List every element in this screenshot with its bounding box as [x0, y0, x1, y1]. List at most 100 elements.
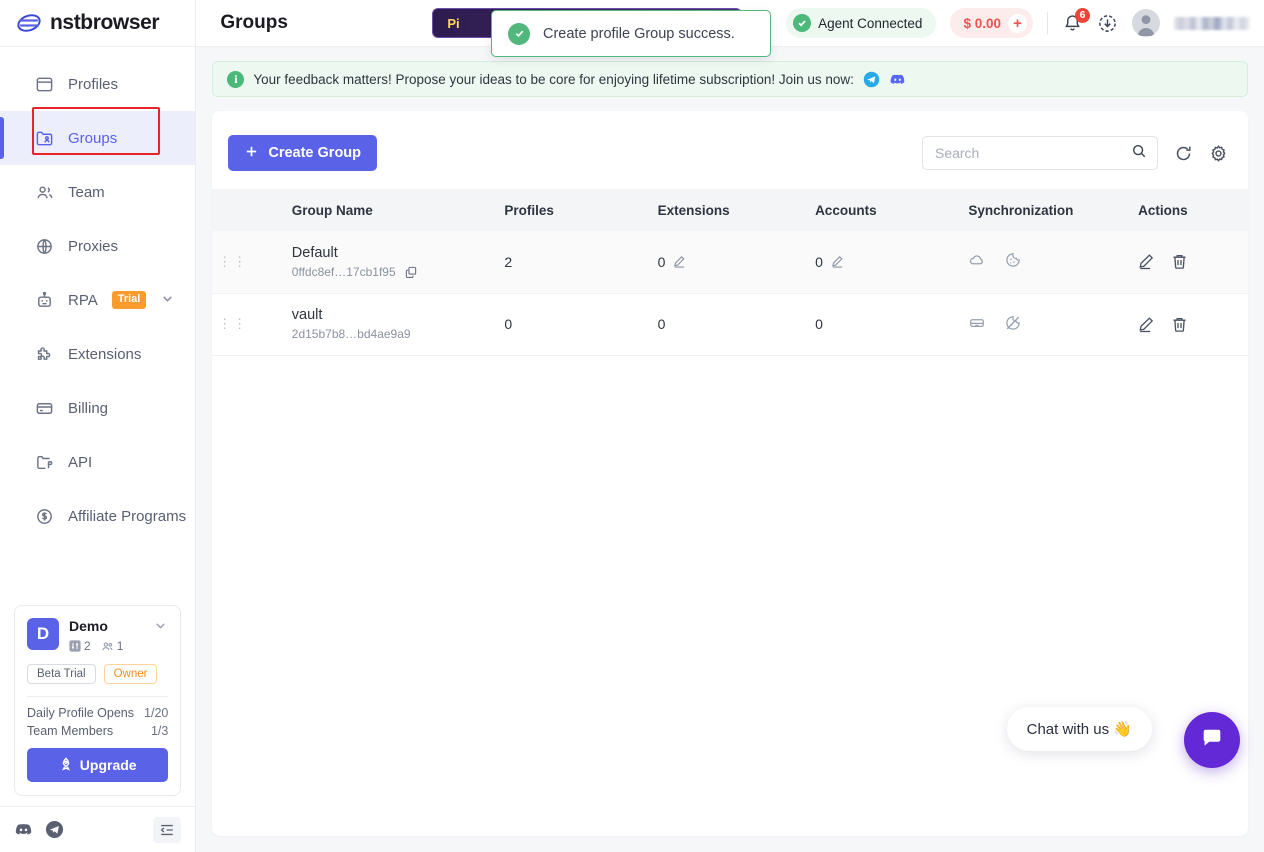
plus-icon[interactable]: +: [1007, 13, 1027, 33]
cookie-disabled-icon[interactable]: [1004, 314, 1022, 335]
row-drag-handle[interactable]: ⋮⋮: [212, 293, 253, 355]
avatar[interactable]: [1131, 9, 1160, 37]
puzzle-icon: [34, 344, 54, 364]
cell-actions: [1138, 293, 1248, 355]
sidebar-item-team[interactable]: Team: [0, 165, 195, 219]
copy-icon[interactable]: [405, 266, 417, 278]
sidebar-item-profiles[interactable]: Profiles: [0, 57, 195, 111]
robot-icon: [34, 290, 54, 310]
delete-icon[interactable]: [1171, 316, 1188, 333]
col-accounts: Accounts: [815, 189, 969, 231]
sidebar-item-label: RPA: [68, 291, 98, 309]
refresh-icon[interactable]: [1174, 144, 1193, 163]
sidebar-item-rpa[interactable]: RPA Trial: [0, 273, 195, 327]
brand[interactable]: nstbrowser: [0, 0, 196, 47]
telegram-icon[interactable]: [863, 71, 880, 88]
chat-fab-button[interactable]: [1184, 712, 1240, 768]
sidebar-nav: Profiles Groups Team Proxies RPA Trial E…: [0, 47, 196, 543]
search-input[interactable]: [934, 145, 1131, 161]
drawer-icon[interactable]: [968, 314, 986, 335]
groups-table: Group Name Profiles Extensions Accounts …: [212, 189, 1248, 356]
col-profiles: Profiles: [504, 189, 658, 231]
table-row[interactable]: ⋮⋮ Default 0ffdc8ef…17cb1f95 2 0 0: [212, 231, 1248, 293]
edit-icon[interactable]: [1138, 316, 1155, 333]
plan-row-value: 1/20: [144, 706, 169, 720]
sidebar-item-extensions[interactable]: Extensions: [0, 327, 195, 381]
sidebar-item-proxies[interactable]: Proxies: [0, 219, 195, 273]
success-toast: Create profile Group success.: [491, 10, 771, 57]
edit-icon[interactable]: [1138, 253, 1155, 270]
chat-prompt-bubble[interactable]: Chat with us 👋: [1006, 707, 1152, 751]
sidebar: nstbrowser Profiles Groups Team Proxies …: [0, 0, 197, 852]
download-circle-icon[interactable]: [1097, 13, 1118, 34]
balance-badge[interactable]: $ 0.00 +: [950, 8, 1033, 38]
workspace-metrics: 2 1: [69, 639, 143, 653]
gear-icon[interactable]: [1209, 144, 1228, 163]
cell-extensions: 0: [657, 316, 666, 332]
create-group-button[interactable]: Create Group: [228, 135, 378, 171]
rpa-trial-badge: Trial: [111, 291, 147, 309]
search-icon[interactable]: [1131, 143, 1147, 164]
sidebar-footer: [0, 806, 196, 852]
discord-icon[interactable]: [14, 820, 33, 839]
telegram-icon[interactable]: [45, 820, 64, 839]
bell-icon[interactable]: 6: [1062, 7, 1090, 34]
promo-label: Pi: [447, 15, 460, 31]
table-header-row: Group Name Profiles Extensions Accounts …: [212, 189, 1248, 231]
page-title: Groups: [220, 12, 288, 33]
sidebar-item-affiliate-programs[interactable]: Affiliate Programs: [0, 489, 195, 543]
banner-text: Your feedback matters! Propose your idea…: [253, 71, 854, 87]
nstbrowser-logo-icon: [16, 10, 42, 36]
chevron-down-icon[interactable]: [153, 618, 168, 638]
col-extensions: Extensions: [657, 189, 816, 231]
plan-row-label: Daily Profile Opens: [27, 706, 134, 720]
sidebar-item-groups[interactable]: Groups: [0, 111, 196, 165]
workspace-header[interactable]: D Demo 2 1: [27, 618, 168, 653]
sidebar-item-billing[interactable]: Billing: [0, 381, 195, 435]
sidebar-item-label: Team: [68, 183, 105, 201]
agent-status-badge[interactable]: Agent Connected: [786, 8, 937, 38]
sidebar-item-api[interactable]: API: [0, 435, 195, 489]
edit-icon[interactable]: [673, 255, 686, 268]
workspace-plan-card: D Demo 2 1 Beta Trial Owner Daily Profil…: [14, 605, 182, 796]
search-box[interactable]: [921, 136, 1158, 170]
sidebar-item-label: Billing: [68, 399, 109, 417]
group-name: vault: [291, 307, 323, 323]
username-redacted: [1173, 16, 1250, 30]
collapse-sidebar-icon[interactable]: [153, 816, 182, 843]
delete-icon[interactable]: [1171, 253, 1188, 270]
sidebar-item-label: Groups: [68, 129, 118, 147]
drag-handle-icon[interactable]: ⋮⋮: [212, 317, 253, 330]
dollar-circle-icon: [34, 506, 54, 526]
notification-badge: 6: [1074, 7, 1090, 23]
cell-synchronization: [968, 231, 1138, 293]
chevron-down-icon[interactable]: [160, 291, 175, 310]
col-group-name: Group Name: [253, 189, 505, 231]
cookie-icon[interactable]: [1004, 251, 1022, 272]
table-body: ⋮⋮ Default 0ffdc8ef…17cb1f95 2 0 0 ⋮⋮ va…: [212, 231, 1248, 355]
balance-amount: $ 0.00: [963, 15, 1001, 31]
col-handle: [212, 189, 254, 231]
sidebar-item-label: Extensions: [68, 345, 142, 363]
info-icon: i: [227, 70, 245, 88]
drag-handle-icon[interactable]: ⋮⋮: [212, 255, 253, 268]
edit-icon[interactable]: [831, 255, 844, 268]
chat-prompt-label: Chat with us 👋: [1026, 721, 1132, 738]
table-row[interactable]: ⋮⋮ vault 2d15b7b8…bd4ae9a9 0 0 0: [212, 293, 1248, 355]
discord-icon[interactable]: [889, 71, 906, 88]
check-circle-icon: [508, 22, 530, 45]
plan-row-label: Team Members: [27, 724, 114, 738]
cloud-icon[interactable]: [968, 251, 986, 272]
workspace-members-metric: 1: [101, 639, 123, 653]
feedback-banner: i Your feedback matters! Propose your id…: [212, 61, 1248, 97]
card-toolbar: Create Group: [212, 111, 1248, 189]
upgrade-button[interactable]: Upgrade: [27, 748, 169, 782]
browser-window-icon: [34, 74, 54, 94]
workspace-tags: Beta Trial Owner: [27, 664, 168, 684]
row-drag-handle[interactable]: ⋮⋮: [212, 231, 253, 293]
table-head: Group Name Profiles Extensions Accounts …: [212, 189, 1248, 231]
cell-group-name: Default 0ffdc8ef…17cb1f95: [254, 231, 505, 293]
sliders-icon: [69, 640, 81, 652]
app-root: nstbrowser Profiles Groups Team Proxies …: [0, 0, 1264, 852]
